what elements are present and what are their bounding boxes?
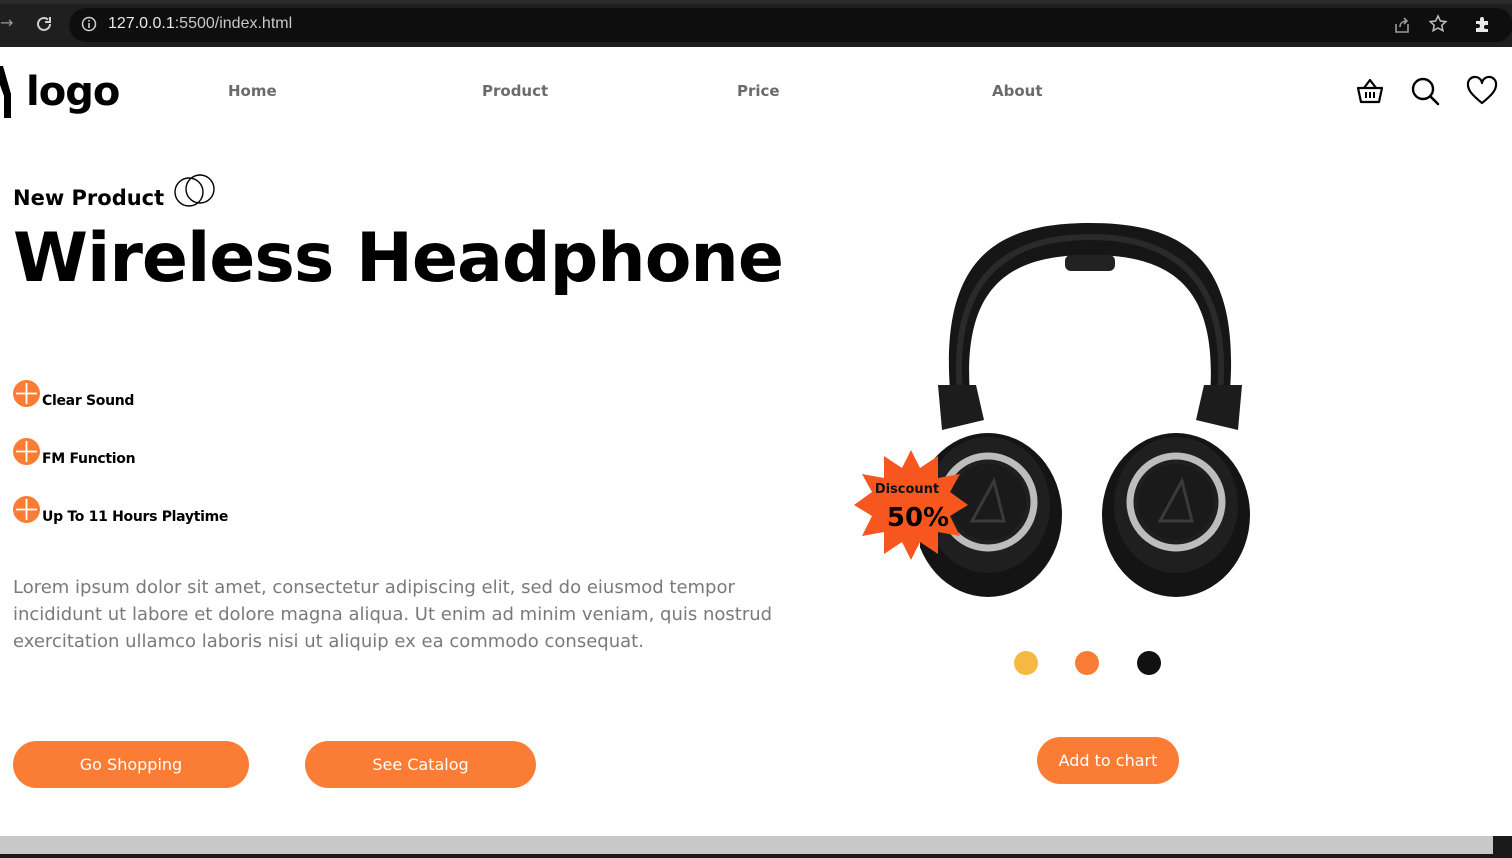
page-title: Wireless Headphone	[13, 219, 784, 298]
color-option-orange[interactable]	[1075, 651, 1099, 675]
browser-toolbar: → 127.0.0.1:5500/index.html	[0, 0, 1512, 47]
nav-product-link[interactable]: Product	[482, 82, 548, 100]
plus-circle-icon	[13, 496, 40, 523]
tab-strip-edge	[0, 0, 1512, 4]
forward-arrow-icon[interactable]: →	[0, 13, 20, 33]
product-description: Lorem ipsum dolor sit amet, consectetur …	[13, 577, 773, 652]
discount-badge: Discount 50%	[852, 448, 970, 562]
url-path: :5500/index.html	[174, 15, 293, 32]
new-product-kicker: New Product	[13, 186, 165, 210]
discount-value: 50%	[886, 503, 950, 533]
nav-about-link[interactable]: About	[992, 82, 1043, 100]
nav-price-link[interactable]: Price	[737, 82, 780, 100]
add-to-cart-button[interactable]: Add to chart	[1037, 737, 1179, 784]
bookmark-star-icon[interactable]	[1428, 14, 1448, 34]
heart-icon[interactable]	[1466, 75, 1498, 107]
logo-text: logo	[26, 69, 120, 115]
site-info-icon[interactable]	[81, 16, 97, 32]
headphone-product-image	[920, 223, 1250, 597]
url-host: 127.0.0.1	[108, 15, 175, 32]
see-catalog-button[interactable]: See Catalog	[305, 741, 536, 788]
color-option-black[interactable]	[1137, 651, 1161, 675]
share-icon[interactable]	[1392, 15, 1412, 35]
logo-mark-icon	[0, 66, 11, 118]
feature-label: FM Function	[42, 451, 136, 467]
color-option-yellow[interactable]	[1014, 651, 1038, 675]
overlapping-rings-icon	[174, 174, 215, 207]
nav-home-link[interactable]: Home	[228, 82, 277, 100]
feature-label: Up To 11 Hours Playtime	[42, 509, 229, 525]
go-shopping-button[interactable]: Go Shopping	[13, 741, 249, 788]
plus-circle-icon	[13, 380, 40, 407]
search-icon[interactable]	[1409, 75, 1441, 107]
feature-label: Clear Sound	[42, 393, 135, 409]
horizontal-scrollbar[interactable]	[0, 836, 1512, 858]
url-text[interactable]: 127.0.0.1:5500/index.html	[108, 15, 292, 33]
reload-icon[interactable]	[34, 14, 54, 34]
plus-circle-icon	[13, 438, 40, 465]
scrollbar-thumb[interactable]	[0, 836, 1493, 854]
discount-label: Discount	[874, 482, 940, 497]
extensions-puzzle-icon[interactable]	[1473, 14, 1493, 34]
basket-icon[interactable]	[1354, 75, 1386, 107]
